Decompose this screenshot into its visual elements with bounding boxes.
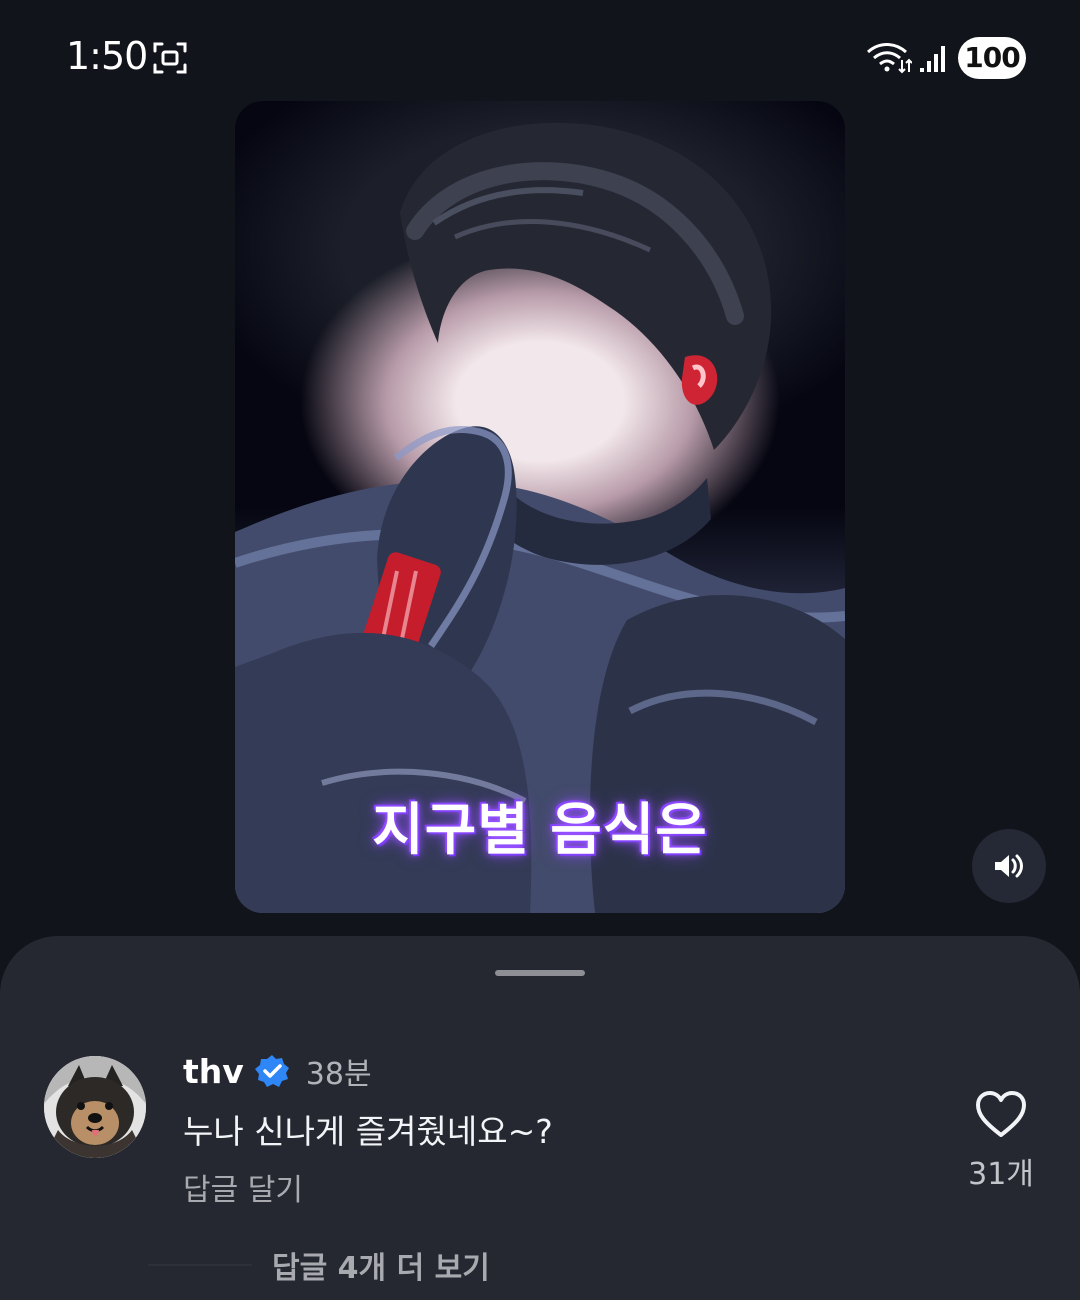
replies-divider (148, 1264, 252, 1266)
comment-header: thv 38분 (183, 1049, 372, 1093)
wifi-icon (866, 43, 912, 74)
more-replies-button[interactable]: 답글 4개 더 보기 (272, 1243, 490, 1287)
verified-icon (254, 1055, 289, 1087)
video-caption: 지구별 음식은 (372, 798, 708, 863)
comment-username[interactable]: thv (183, 1052, 244, 1091)
heart-icon[interactable] (974, 1090, 1028, 1140)
volume-button[interactable] (972, 829, 1046, 903)
comments-sheet[interactable]: thv 38분 누나 신나게 즐겨줬네요~? 답글 달기 31개 답글 4개 더… (0, 936, 1080, 1300)
status-bar: 1:50 100 (0, 0, 1080, 110)
battery-icon: 100 (958, 37, 1026, 79)
volume-icon (995, 854, 1023, 878)
video-preview[interactable]: 지구별 음식은 (235, 101, 845, 913)
like-count: 31개 (968, 1157, 1034, 1192)
signal-icon (920, 46, 945, 72)
drag-handle[interactable] (495, 970, 585, 976)
screen-record-icon (153, 42, 187, 74)
comment-time: 38분 (305, 1057, 372, 1092)
comment-text: 누나 신나게 즐겨줬네요~? (183, 1112, 553, 1151)
avatar[interactable] (44, 1056, 146, 1158)
dog-avatar-icon (44, 1056, 146, 1158)
reply-button[interactable]: 답글 달기 (183, 1165, 303, 1209)
status-time: 1:50 (66, 34, 148, 78)
